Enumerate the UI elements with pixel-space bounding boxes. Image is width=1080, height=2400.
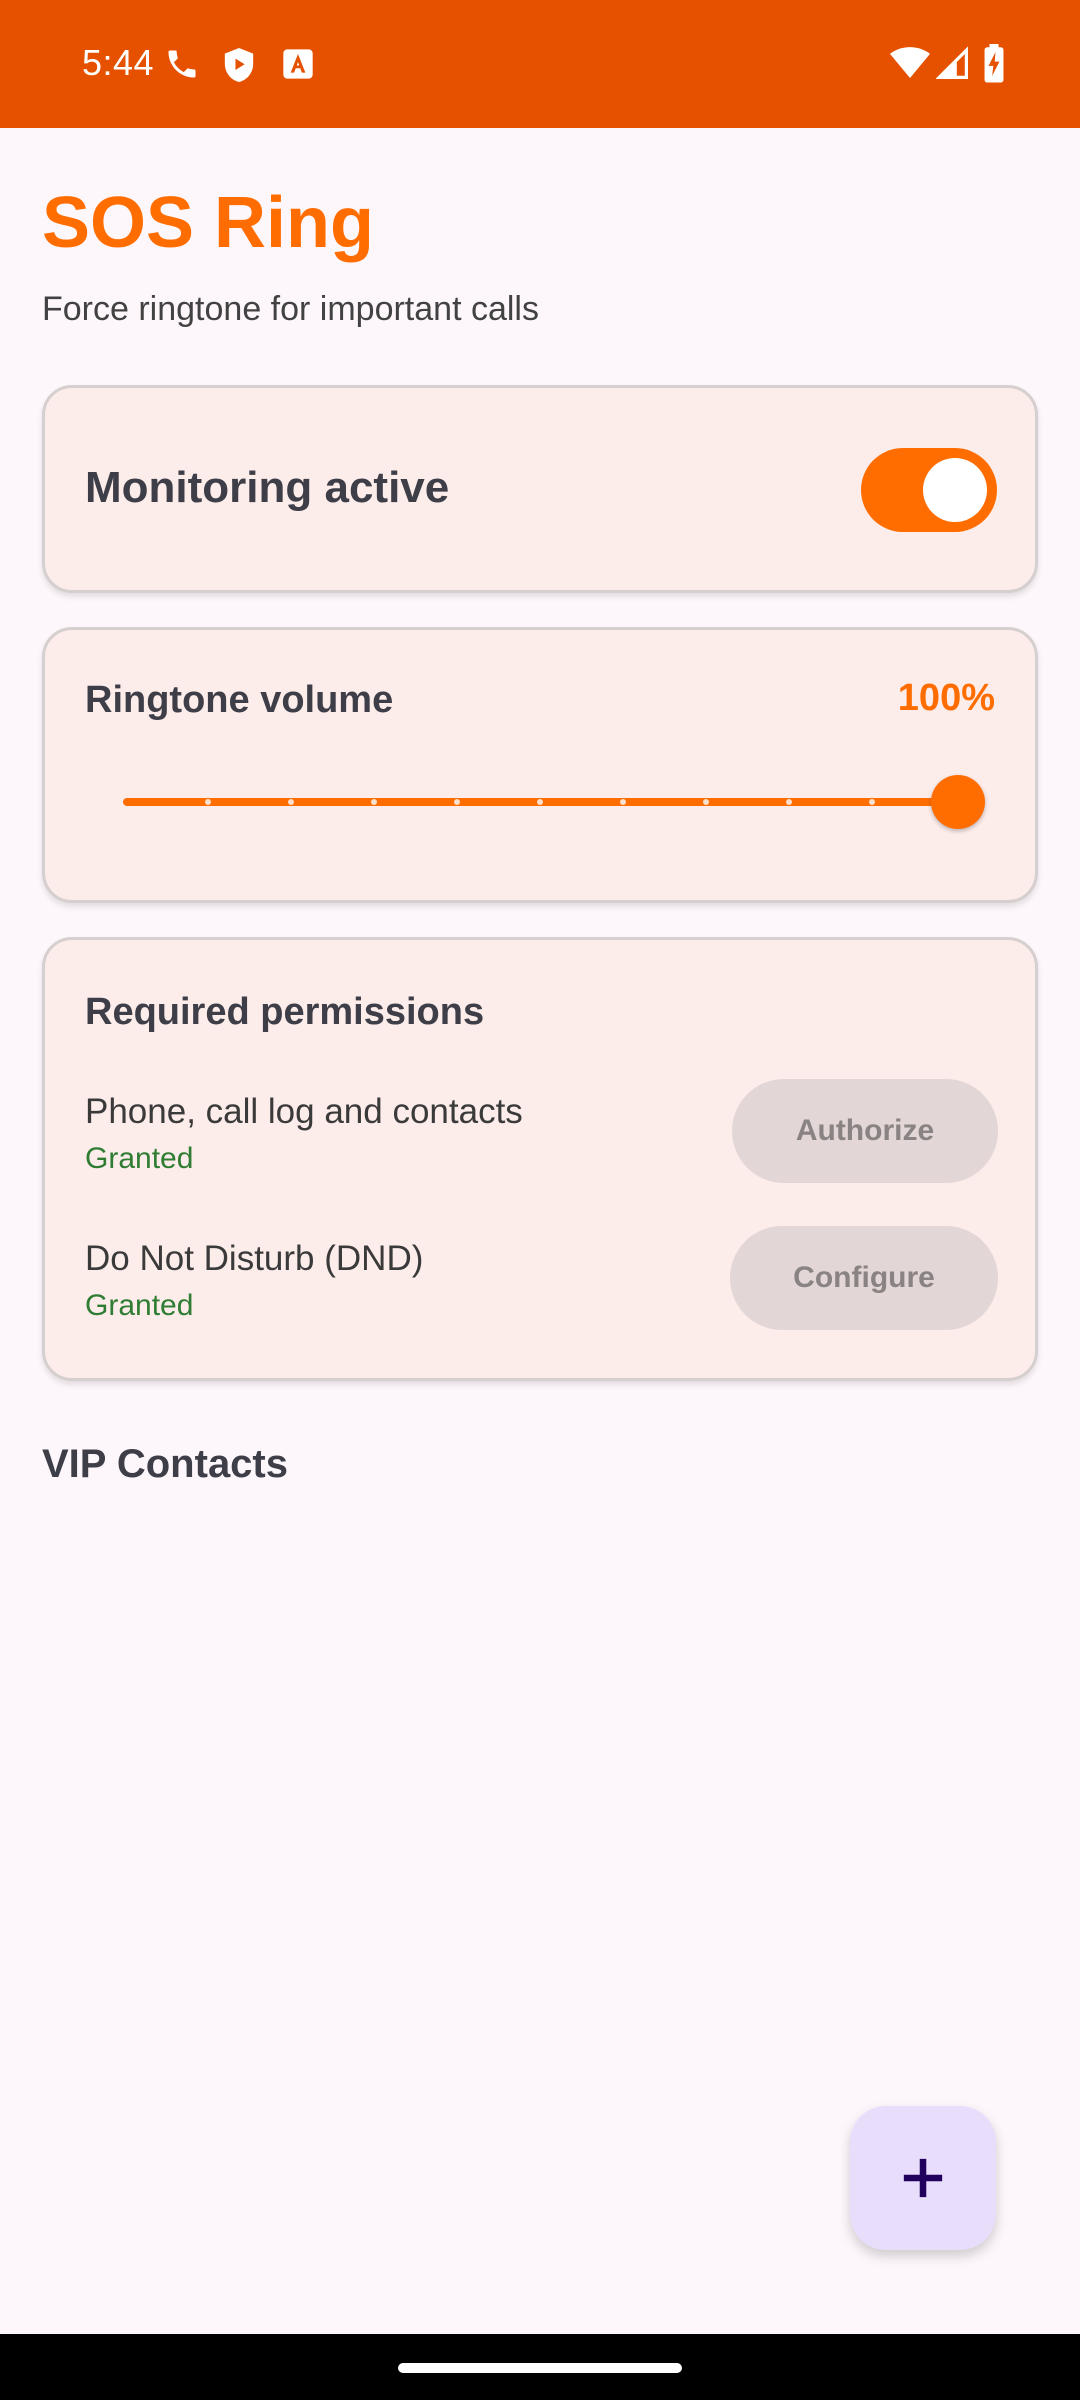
- app-title: SOS Ring: [42, 183, 375, 263]
- slider-track: [123, 798, 963, 806]
- volume-label: Ringtone volume: [85, 679, 394, 721]
- permission-dnd-status: Granted: [85, 1289, 194, 1322]
- slider-tick: [454, 799, 460, 805]
- volume-slider[interactable]: [123, 772, 985, 832]
- slider-tick: [620, 799, 626, 805]
- slider-tick: [205, 799, 211, 805]
- phone-icon: [164, 46, 200, 82]
- shield-play-icon: [222, 46, 256, 84]
- plus-icon: [903, 2158, 943, 2198]
- font-a-icon: [282, 48, 314, 80]
- slider-thumb[interactable]: [931, 775, 985, 829]
- add-contact-button[interactable]: [850, 2106, 996, 2250]
- permission-dnd-name: Do Not Disturb (DND): [85, 1239, 424, 1278]
- volume-card: Ringtone volume 100%: [42, 627, 1038, 903]
- permissions-heading: Required permissions: [85, 991, 485, 1033]
- slider-tick: [371, 799, 377, 805]
- permissions-card: Required permissions Phone, call log and…: [42, 937, 1038, 1381]
- status-bar: 5:44: [0, 0, 1080, 128]
- configure-button[interactable]: Configure: [730, 1226, 998, 1330]
- slider-tick: [288, 799, 294, 805]
- slider-tick: [786, 799, 792, 805]
- battery-charging-icon: [982, 44, 1006, 84]
- status-time: 5:44: [82, 42, 155, 83]
- slider-tick: [537, 799, 543, 805]
- monitoring-toggle[interactable]: [861, 448, 997, 532]
- cell-signal-icon: [936, 46, 968, 80]
- permission-phone-status: Granted: [85, 1142, 194, 1175]
- monitoring-card: Monitoring active: [42, 385, 1038, 593]
- vip-contacts-heading: VIP Contacts: [42, 1442, 288, 1486]
- home-gesture-handle[interactable]: [398, 2363, 682, 2373]
- navigation-bar: [0, 2334, 1080, 2400]
- toggle-thumb: [923, 458, 987, 522]
- slider-tick: [703, 799, 709, 805]
- wifi-icon: [890, 46, 930, 80]
- permission-phone-name: Phone, call log and contacts: [85, 1092, 523, 1131]
- slider-tick: [869, 799, 875, 805]
- authorize-button[interactable]: Authorize: [732, 1079, 998, 1183]
- app-subtitle: Force ringtone for important calls: [42, 290, 539, 328]
- volume-value: 100%: [897, 677, 995, 719]
- monitoring-label: Monitoring active: [85, 463, 450, 512]
